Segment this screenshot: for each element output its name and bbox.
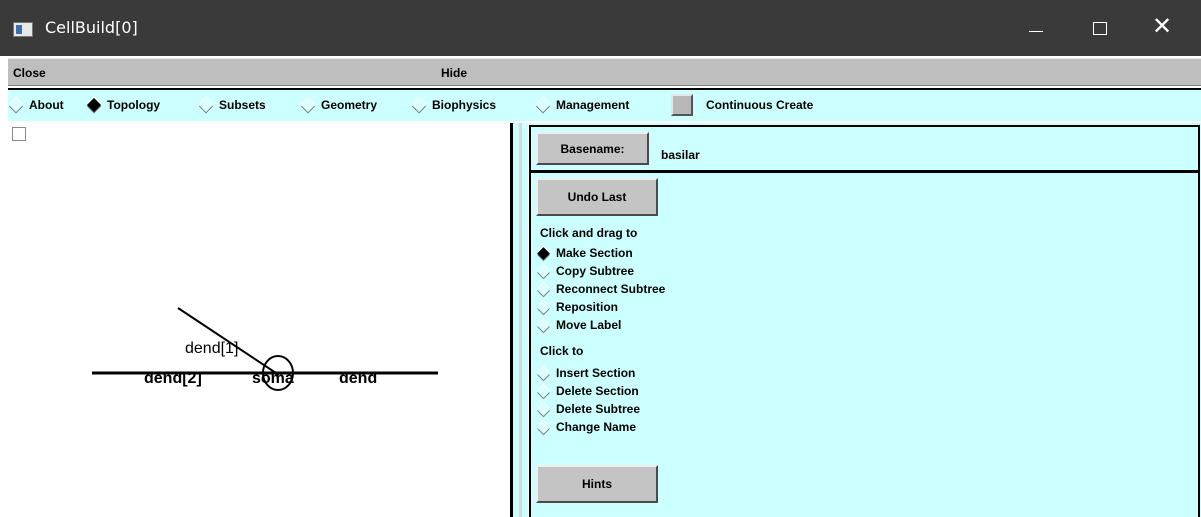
radio-diamond-icon — [537, 318, 550, 332]
radio-diamond-icon — [537, 402, 550, 416]
undo-last-button[interactable]: Undo Last — [536, 178, 658, 216]
shape-canvas[interactable]: dend[1] dend[2] soma dend — [8, 123, 508, 517]
close-icon: ✕ — [1152, 12, 1173, 40]
radio-reposition[interactable]: Reposition — [537, 300, 618, 314]
minimize-icon — [1029, 31, 1043, 32]
label-dend1: dend[1] — [185, 340, 238, 357]
radio-diamond-icon — [537, 420, 550, 434]
radio-diamond-icon — [537, 282, 550, 296]
basename-row: Basename: basilar — [529, 125, 1200, 172]
radio-diamond-icon — [8, 97, 24, 113]
click-heading: Click to — [540, 344, 584, 358]
radio-diamond-icon — [537, 264, 550, 278]
tab-subsets[interactable]: Subsets — [198, 97, 266, 113]
radio-delete-subtree[interactable]: Delete Subtree — [537, 402, 640, 416]
radio-reconnect-subtree[interactable]: Reconnect Subtree — [537, 282, 665, 296]
radio-diamond-icon — [537, 384, 550, 398]
radio-make-section[interactable]: Make Section — [537, 246, 633, 260]
tab-bar: About Topology Subsets Geometry Biophysi… — [8, 88, 1201, 121]
tab-topology[interactable]: Topology — [86, 97, 160, 113]
hints-button[interactable]: Hints — [536, 465, 658, 503]
menu-hide[interactable]: Hide — [441, 66, 467, 80]
window-title: CellBuild[0] — [45, 18, 138, 37]
continuous-create-label: Continuous Create — [706, 98, 814, 112]
radio-change-name[interactable]: Change Name — [537, 420, 636, 434]
radio-copy-subtree[interactable]: Copy Subtree — [537, 264, 634, 278]
menu-bar: Close Hide — [8, 58, 1201, 86]
label-dend: dend — [339, 370, 377, 387]
radio-move-label[interactable]: Move Label — [537, 318, 621, 332]
radio-diamond-icon — [300, 97, 316, 113]
tab-biophysics[interactable]: Biophysics — [411, 97, 496, 113]
radio-diamond-icon — [537, 300, 550, 314]
topology-tools-panel: Basename: basilar Undo Last Click and dr… — [529, 123, 1201, 517]
maximize-button[interactable] — [1077, 8, 1123, 48]
radio-diamond-icon — [198, 97, 214, 113]
radio-diamond-icon — [535, 97, 551, 113]
radio-delete-section[interactable]: Delete Section — [537, 384, 639, 398]
radio-diamond-selected-icon — [537, 246, 550, 260]
drag-heading: Click and drag to — [540, 226, 638, 240]
tab-management[interactable]: Management — [535, 97, 629, 113]
label-soma: soma — [252, 370, 294, 387]
app-icon — [13, 22, 33, 37]
continuous-create-checkbox[interactable] — [671, 94, 693, 116]
radio-diamond-icon — [537, 366, 550, 380]
topology-drawing: dend[1] dend[2] soma dend — [92, 307, 438, 391]
tools-box: Undo Last Click and drag to Make Section… — [529, 171, 1200, 517]
radio-insert-section[interactable]: Insert Section — [537, 366, 635, 380]
tab-geometry[interactable]: Geometry — [300, 97, 377, 113]
title-bar: CellBuild[0] ✕ — [0, 0, 1201, 56]
close-window-button[interactable]: ✕ — [1140, 8, 1186, 48]
tab-about[interactable]: About — [8, 97, 64, 113]
basename-button[interactable]: Basename: — [536, 132, 649, 165]
radio-diamond-icon — [411, 97, 427, 113]
minimize-button[interactable] — [1013, 8, 1059, 48]
basename-value: basilar — [661, 148, 700, 162]
menu-close[interactable]: Close — [13, 66, 46, 80]
radio-diamond-selected-icon — [86, 97, 102, 113]
maximize-icon — [1093, 22, 1107, 35]
label-dend2: dend[2] — [144, 370, 202, 387]
pane-splitter[interactable] — [510, 123, 528, 517]
